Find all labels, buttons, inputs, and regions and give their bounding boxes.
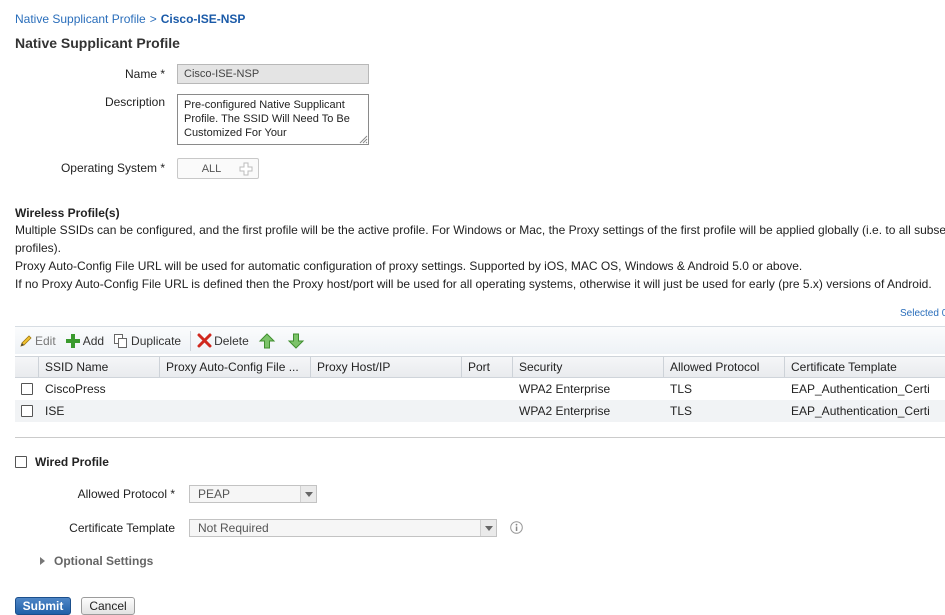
name-field[interactable]: [177, 64, 369, 84]
allowed-protocol-value: PEAP: [198, 487, 231, 501]
resize-grip-icon[interactable]: [359, 135, 368, 144]
wireless-description-line2: profiles).: [15, 241, 62, 255]
cell-ssid: CiscoPress: [45, 382, 106, 396]
table-header: SSID Name Proxy Auto-Config File ... Pro…: [15, 356, 945, 378]
column-header-port[interactable]: Port: [462, 357, 513, 377]
allowed-protocol-label: Allowed Protocol *: [77, 487, 175, 501]
column-header-ssid[interactable]: SSID Name: [39, 357, 160, 377]
wireless-profiles-table: SSID Name Proxy Auto-Config File ... Pro…: [15, 356, 945, 422]
duplicate-label: Duplicate: [131, 333, 182, 348]
cancel-button[interactable]: Cancel: [81, 597, 135, 615]
toolbar-separator: [190, 330, 192, 351]
os-value: ALL: [201, 162, 222, 175]
breadcrumb-current[interactable]: Cisco-ISE-NSP: [161, 12, 246, 26]
cell-security: WPA2 Enterprise: [519, 382, 611, 396]
cell-certificate-template: EAP_Authentication_Certi: [791, 404, 930, 418]
wired-profile-checkbox[interactable]: [15, 456, 27, 468]
optional-settings-toggle[interactable]: Optional Settings: [40, 554, 153, 568]
row-checkbox[interactable]: [21, 383, 33, 395]
add-button[interactable]: Add: [65, 330, 104, 352]
cell-pac-url: [160, 408, 311, 414]
cell-certificate-template: EAP_Authentication_Certi: [791, 382, 930, 396]
add-label: Add: [82, 333, 105, 348]
row-check-cell: [15, 405, 39, 417]
table-row[interactable]: ISE WPA2 Enterprise TLS EAP_Authenticati…: [15, 400, 945, 422]
certificate-template-value: Not Required: [198, 521, 269, 535]
cell-security: WPA2 Enterprise: [519, 404, 611, 418]
duplicate-button[interactable]: Duplicate: [113, 330, 181, 352]
cell-proxy-host: [311, 386, 462, 392]
cell-pac-url: [160, 386, 311, 392]
description-label: Description: [104, 95, 165, 109]
section-divider: [15, 437, 945, 438]
delete-icon: [197, 333, 212, 348]
row-checkbox[interactable]: [21, 405, 33, 417]
cell-port: [462, 408, 513, 414]
delete-label: Delete: [214, 333, 249, 348]
column-header-proxy-host[interactable]: Proxy Host/IP: [311, 357, 462, 377]
proxy-host-description: If no Proxy Auto-Config File URL is defi…: [15, 277, 932, 291]
wireless-profiles-title: Wireless Profile(s): [15, 206, 120, 220]
delete-button[interactable]: Delete: [197, 330, 249, 352]
move-up-button[interactable]: [258, 330, 278, 352]
cell-proxy-host: [311, 408, 462, 414]
os-selector[interactable]: ALL: [177, 158, 259, 179]
column-header-allowed-protocol[interactable]: Allowed Protocol: [664, 357, 785, 377]
duplicate-icon: [114, 333, 128, 348]
column-header-security[interactable]: Security: [513, 357, 664, 377]
certificate-template-select[interactable]: Not Required: [189, 519, 497, 537]
edit-label: Edit: [35, 333, 56, 348]
header-check-cell: [15, 357, 39, 377]
arrow-down-icon: [287, 333, 304, 349]
wired-profile-label: Wired Profile: [35, 455, 109, 469]
table-row[interactable]: CiscoPress WPA2 Enterprise TLS EAP_Authe…: [15, 378, 945, 400]
move-down-button[interactable]: [287, 330, 307, 352]
edit-button[interactable]: Edit: [19, 330, 56, 352]
breadcrumb-separator: >: [149, 12, 157, 26]
chevron-down-icon[interactable]: [480, 520, 496, 536]
cell-allowed-protocol: TLS: [670, 382, 693, 396]
expand-triangle-icon: [40, 557, 45, 565]
submit-button[interactable]: Submit: [15, 597, 71, 615]
proxy-pac-description: Proxy Auto-Config File URL will be used …: [15, 259, 803, 273]
optional-settings-label: Optional Settings: [54, 554, 154, 568]
plus-icon[interactable]: [237, 160, 255, 178]
description-textarea[interactable]: Pre-configured Native Supplicant Profile…: [177, 94, 369, 145]
page-title: Native Supplicant Profile: [15, 35, 180, 51]
name-label: Name *: [124, 67, 165, 81]
column-header-certificate-template[interactable]: Certificate Template: [785, 357, 945, 377]
info-icon[interactable]: [510, 521, 523, 534]
certificate-template-label: Certificate Template: [69, 521, 175, 535]
wireless-toolbar: Edit Add Duplicate Delete: [15, 326, 945, 354]
cell-ssid: ISE: [45, 404, 65, 418]
allowed-protocol-select[interactable]: PEAP: [189, 485, 317, 503]
add-icon: [65, 333, 80, 348]
cell-allowed-protocol: TLS: [670, 404, 693, 418]
wireless-description-line1: Multiple SSIDs can be configured, and th…: [15, 223, 945, 237]
breadcrumb-parent-link[interactable]: Native Supplicant Profile: [15, 12, 146, 26]
os-label: Operating System *: [60, 161, 165, 175]
row-check-cell: [15, 383, 39, 395]
pencil-icon: [20, 334, 32, 347]
breadcrumb: Native Supplicant Profile > Cisco-ISE-NSP: [15, 12, 245, 26]
chevron-down-icon[interactable]: [300, 486, 316, 502]
cell-port: [462, 386, 513, 392]
selected-count: Selected 0: [900, 308, 945, 319]
arrow-up-icon: [258, 332, 275, 348]
column-header-pac-url[interactable]: Proxy Auto-Config File ...: [160, 357, 311, 377]
